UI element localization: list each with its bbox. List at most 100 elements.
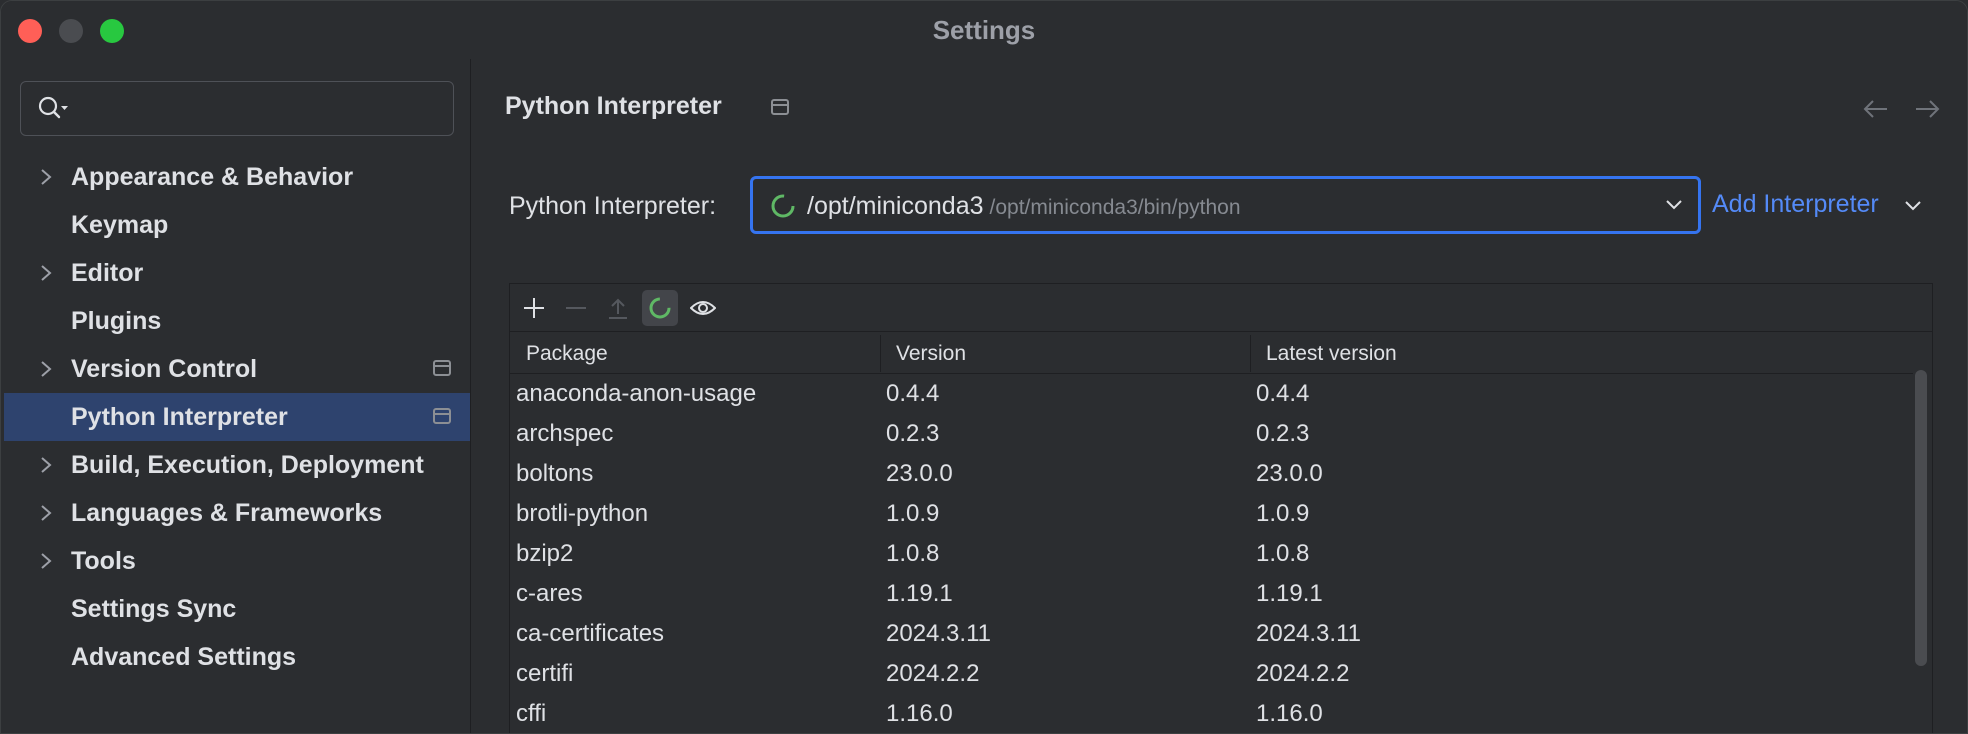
package-version: 1.0.9 <box>886 500 940 527</box>
table-row[interactable]: archspec 0.2.3 0.2.3 <box>510 416 1913 456</box>
packages-toolbar <box>510 284 1932 332</box>
sidebar-item-settings-sync[interactable]: Settings Sync <box>4 585 470 633</box>
sidebar-item-label: Plugins <box>71 306 162 335</box>
chevron-right-icon[interactable] <box>36 550 56 572</box>
sidebar-item-label: Advanced Settings <box>71 642 297 671</box>
packages-panel: Package Version Latest version anaconda-… <box>509 283 1933 733</box>
package-name: archspec <box>516 420 614 447</box>
table-row[interactable]: anaconda-anon-usage 0.4.4 0.4.4 <box>510 376 1913 416</box>
package-latest-version: 0.2.3 <box>1256 420 1310 447</box>
sidebar-item-editor[interactable]: Editor <box>4 249 470 297</box>
interpreter-path: /opt/miniconda3/bin/python <box>989 196 1241 219</box>
package-version: 1.19.1 <box>886 580 953 607</box>
package-version: 2024.2.2 <box>886 660 980 687</box>
package-name: anaconda-anon-usage <box>516 380 757 407</box>
uninstall-package-button[interactable] <box>558 290 594 326</box>
package-version: 23.0.0 <box>886 460 953 487</box>
install-package-button[interactable] <box>516 290 552 326</box>
column-header-latest-version[interactable]: Latest version <box>1250 333 1850 374</box>
refresh-packages-button[interactable] <box>642 290 678 326</box>
forward-arrow-icon[interactable] <box>1912 97 1942 121</box>
show-early-releases-button[interactable] <box>684 290 720 326</box>
sidebar-item-plugins[interactable]: Plugins <box>4 297 470 345</box>
chevron-down-icon[interactable] <box>1904 199 1922 213</box>
upgrade-arrow-icon <box>609 298 627 319</box>
sidebar-item-label: Build, Execution, Deployment <box>71 450 424 479</box>
chevron-right-icon[interactable] <box>36 358 56 380</box>
sidebar-item-keymap[interactable]: Keymap <box>4 201 470 249</box>
settings-content: Python Interpreter Python Interpreter: /… <box>472 59 1967 733</box>
plus-icon <box>524 298 544 318</box>
package-latest-version: 1.19.1 <box>1256 580 1323 607</box>
packages-table-header: Package Version Latest version <box>510 333 1913 374</box>
package-latest-version: 1.0.9 <box>1256 500 1310 527</box>
interpreter-name: /opt/miniconda3 <box>807 192 984 220</box>
table-row[interactable]: certifi 2024.2.2 2024.2.2 <box>510 656 1913 696</box>
sidebar-item-version-control[interactable]: Version Control <box>4 345 470 393</box>
package-version: 0.4.4 <box>886 380 940 407</box>
back-arrow-icon[interactable] <box>1861 97 1891 121</box>
package-version: 1.0.8 <box>886 540 940 567</box>
package-name: ca-certificates <box>516 620 665 647</box>
chevron-right-icon[interactable] <box>36 502 56 524</box>
sidebar-item-build-execution-deployment[interactable]: Build, Execution, Deployment <box>4 441 470 489</box>
interpreter-select[interactable]: /opt/miniconda3/opt/miniconda3/bin/pytho… <box>750 176 1701 234</box>
table-row[interactable]: c-ares 1.19.1 1.19.1 <box>510 576 1913 616</box>
minus-icon <box>566 307 586 309</box>
table-row[interactable]: bzip2 1.0.8 1.0.8 <box>510 536 1913 576</box>
chevron-down-icon <box>1666 200 1682 210</box>
package-latest-version: 1.16.0 <box>1256 700 1323 727</box>
table-row[interactable]: brotli-python 1.0.9 1.0.9 <box>510 496 1913 536</box>
sidebar-item-python-interpreter[interactable]: Python Interpreter <box>4 393 470 441</box>
column-header-version[interactable]: Version <box>880 333 1250 374</box>
package-latest-version: 1.0.8 <box>1256 540 1310 567</box>
interpreter-label: Python Interpreter: <box>509 192 717 220</box>
package-name: brotli-python <box>516 500 649 527</box>
vertical-scrollbar[interactable] <box>1915 370 1927 666</box>
interpreter-value: /opt/miniconda3/opt/miniconda3/bin/pytho… <box>807 192 1241 221</box>
upgrade-package-button[interactable] <box>600 290 636 326</box>
settings-window: Settings Appearance & Behavior Keymap Edit… <box>0 0 1968 734</box>
project-scope-icon <box>433 360 451 376</box>
package-version: 1.16.0 <box>886 700 953 727</box>
settings-sidebar: Appearance & Behavior Keymap Editor Plugins… <box>1 59 471 733</box>
page-title: Python Interpreter <box>505 92 722 120</box>
packages-table-body: anaconda-anon-usage 0.4.4 0.4.4 archspec 0.2… <box>510 376 1913 733</box>
sidebar-item-label: Settings Sync <box>71 594 237 623</box>
package-latest-version: 0.4.4 <box>1256 380 1310 407</box>
add-interpreter-link[interactable]: Add Interpreter <box>1712 190 1879 219</box>
sidebar-item-label: Editor <box>71 258 144 287</box>
package-name: boltons <box>516 460 594 487</box>
sidebar-item-label: Appearance & Behavior <box>71 162 354 191</box>
package-latest-version: 23.0.0 <box>1256 460 1323 487</box>
package-name: bzip2 <box>516 540 574 567</box>
search-icon <box>38 96 68 119</box>
loading-spinner-icon <box>771 194 795 218</box>
window-title: Settings <box>932 15 1036 45</box>
package-name: cffi <box>516 700 547 727</box>
table-row[interactable]: boltons 23.0.0 23.0.0 <box>510 456 1913 496</box>
settings-nav-tree: Appearance & Behavior Keymap Editor Plugins… <box>4 153 470 681</box>
loading-spinner-icon <box>649 297 671 319</box>
sidebar-item-advanced-settings[interactable]: Advanced Settings <box>4 633 470 681</box>
package-name: certifi <box>516 660 574 687</box>
package-version: 2024.3.11 <box>886 620 991 647</box>
table-row[interactable]: ca-certificates 2024.3.11 2024.3.11 <box>510 616 1913 656</box>
table-row[interactable]: cffi 1.16.0 1.16.0 <box>510 696 1913 733</box>
sidebar-item-label: Version Control <box>71 354 258 383</box>
project-scope-icon <box>433 408 451 424</box>
sidebar-item-languages-frameworks[interactable]: Languages & Frameworks <box>4 489 470 537</box>
sidebar-item-label: Python Interpreter <box>71 402 288 431</box>
chevron-right-icon[interactable] <box>36 262 56 284</box>
eye-icon <box>690 301 716 315</box>
sidebar-item-label: Languages & Frameworks <box>71 498 383 527</box>
sidebar-item-appearance-behavior[interactable]: Appearance & Behavior <box>4 153 470 201</box>
sidebar-item-tools[interactable]: Tools <box>4 537 470 585</box>
project-scope-icon <box>771 99 789 115</box>
column-header-package[interactable]: Package <box>510 333 880 374</box>
chevron-right-icon[interactable] <box>36 166 56 188</box>
settings-search-input[interactable] <box>20 81 454 136</box>
sidebar-item-label: Keymap <box>71 210 169 239</box>
package-version: 0.2.3 <box>886 420 940 447</box>
chevron-right-icon[interactable] <box>36 454 56 476</box>
